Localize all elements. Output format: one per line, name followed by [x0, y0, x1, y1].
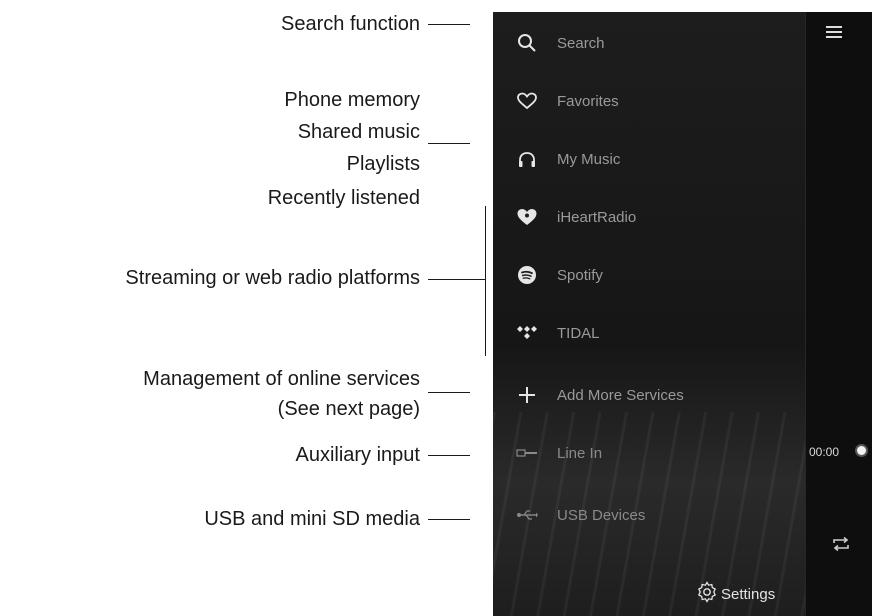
menu-item-label: iHeartRadio [557, 208, 637, 226]
iheartradio-icon [515, 205, 539, 229]
bracket-streaming [485, 206, 486, 356]
menu-item-iheartradio[interactable]: iHeartRadio [493, 197, 805, 237]
search-icon [515, 31, 539, 55]
menu-item-label: Favorites [557, 92, 619, 110]
menu-item-label: Add More Services [557, 386, 684, 404]
annotation-usb: USB and mini SD media [204, 508, 420, 530]
annotation-manage-1: Management of online services [143, 368, 420, 390]
leader-search [428, 24, 470, 25]
settings-button[interactable]: Settings [696, 580, 776, 608]
menu-item-label: My Music [557, 150, 621, 168]
seek-handle[interactable] [857, 446, 866, 455]
menu-item-label: USB Devices [557, 506, 646, 524]
line-in-icon [515, 441, 539, 465]
annotation-recently: Recently listened [267, 187, 420, 209]
heart-icon [515, 89, 539, 113]
menu-item-label: Line In [557, 444, 603, 462]
player-panel [805, 12, 872, 616]
menu-item-spotify[interactable]: Spotify [493, 255, 805, 295]
menu-item-add-more-services[interactable]: Add More Services [493, 375, 805, 415]
app-screen: Search Favorites My Music iHeartRadio Sp [493, 12, 872, 616]
menu-item-label: Search [557, 34, 605, 52]
menu-item-label: Spotify [557, 266, 603, 284]
headphones-icon [515, 147, 539, 171]
annotation-playlists: Playlists [346, 153, 420, 175]
leader-manage [428, 392, 470, 393]
menu-item-search[interactable]: Search [493, 23, 805, 63]
annotation-phone-memory: Phone memory [284, 89, 420, 111]
annotation-shared-music: Shared music [297, 121, 420, 143]
spotify-icon [515, 263, 539, 287]
leader-aux [428, 455, 470, 456]
tidal-icon [515, 321, 539, 345]
playback-time: 00:00 [809, 445, 840, 459]
usb-icon [515, 503, 539, 527]
navigation-drawer: Search Favorites My Music iHeartRadio Sp [493, 12, 805, 616]
leader-streaming [428, 279, 485, 280]
menu-item-label: TIDAL [557, 324, 600, 342]
menu-item-my-music[interactable]: My Music [493, 139, 805, 179]
settings-label: Settings [721, 585, 776, 603]
annotation-manage-2: (See next page) [277, 398, 420, 420]
menu-item-usb-devices[interactable]: USB Devices [493, 495, 805, 535]
hamburger-menu-icon[interactable] [826, 26, 842, 38]
annotation-streaming: Streaming or web radio platforms [125, 267, 420, 289]
plus-icon [515, 383, 539, 407]
annotation-aux: Auxiliary input [295, 444, 420, 466]
menu-item-tidal[interactable]: TIDAL [493, 313, 805, 353]
leader-shared-music [428, 143, 470, 144]
repeat-icon[interactable] [831, 534, 851, 554]
menu-item-favorites[interactable]: Favorites [493, 81, 805, 121]
annotation-search: Search function [281, 13, 420, 35]
menu-item-line-in[interactable]: Line In [493, 433, 805, 473]
settings-gear-icon [696, 580, 718, 608]
leader-usb [428, 519, 470, 520]
